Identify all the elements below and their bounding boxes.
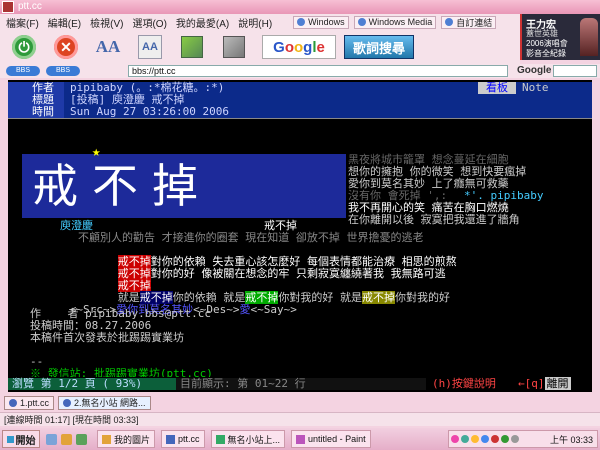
google-button[interactable]: Google — [262, 35, 336, 59]
ie-icon — [357, 18, 366, 26]
app-window: ptt.cc 檔案(F) 編輯(E) 檢視(V) 選項(O) 我的最愛(A) 說… — [0, 0, 600, 450]
link-windows-media[interactable]: Windows Media — [353, 15, 437, 29]
tab-ptt[interactable]: 1.ptt.cc — [4, 396, 55, 410]
bbs-icon — [166, 434, 176, 444]
bbs-terminal[interactable]: 作者 pipibaby (。:*棉花糖。:*) 看板 Note 標題 [投稿] … — [8, 80, 592, 392]
google-logo: Google — [273, 38, 325, 56]
user-badge: 王力宏 蓋世英雄 2006演唱會 影音全紀錄 — [520, 14, 600, 60]
tray-icon[interactable] — [461, 435, 469, 443]
leave-key[interactable]: ←[q] 離開 — [514, 377, 592, 390]
tray-icon[interactable] — [481, 435, 489, 443]
time-label: 時間 — [8, 106, 64, 118]
header-divider — [8, 118, 592, 119]
menu-favorites[interactable]: 我的最愛(A) — [176, 15, 229, 30]
font-box-icon: AA — [138, 35, 162, 59]
font-box-button[interactable]: AA — [136, 33, 164, 61]
star-icon: ★ — [92, 144, 101, 160]
lyric-lower-2: 戒不掉對你的依賴 失去重心該怎麼好 每個表情都能治療 相思的煎熬 — [117, 255, 457, 268]
lyric-lower-5: 就是戒不掉你的依賴 就是戒不掉你對我的好 就是戒不掉你對我的好 — [117, 291, 450, 304]
menu-help[interactable]: 說明(H) — [238, 15, 272, 30]
music-nav: <~Src~>愛你到莫名其妙<~Des~>愛<~Say~> — [30, 292, 297, 316]
lyric-lower-3: 戒不掉對你的好 像被關在想念的牢 只剩寂寞纏繞著我 我無路可逃 — [117, 267, 446, 280]
bbs-icon — [9, 399, 17, 407]
quick-launch — [46, 433, 91, 445]
search-engine-label: Google — [517, 65, 552, 76]
title-bar: ptt.cc — [0, 0, 600, 14]
task-paint[interactable]: untitled - Paint — [291, 430, 371, 448]
badge-line-4: 影音全紀錄 — [526, 49, 566, 58]
menu-file[interactable]: 檔案(F) — [6, 15, 39, 30]
address-input[interactable]: bbs://ptt.cc — [128, 65, 508, 77]
links-bar: Windows Windows Media 自訂連結 — [293, 15, 501, 29]
header-time-row: 時間 Sun Aug 27 03:26:00 2006 — [8, 106, 592, 118]
connection-tabs: 1.ptt.cc 2.無名小站 網路... — [0, 396, 600, 412]
font-button[interactable]: AA — [94, 33, 122, 61]
disconnect-button[interactable]: ✕ — [52, 33, 80, 61]
toolbar: ⏻ ✕ AA AA Google 歌詞搜尋 — [0, 30, 520, 64]
time-value: Sun Aug 27 03:26:00 2006 — [64, 106, 592, 118]
menu-bar: 檔案(F) 編輯(E) 檢視(V) 選項(O) 我的最愛(A) 說明(H) Wi… — [0, 14, 600, 30]
task-wretch[interactable]: 無名小站上... — [210, 430, 286, 448]
search-input[interactable] — [553, 65, 597, 77]
volume-icon[interactable] — [511, 435, 519, 443]
menu-view[interactable]: 檢視(V) — [90, 15, 123, 30]
tray-icon[interactable] — [451, 435, 459, 443]
tray-icon[interactable] — [501, 435, 509, 443]
windows-icon — [6, 435, 14, 443]
nav-say[interactable]: <~Say~> — [250, 303, 296, 316]
paint-icon — [296, 434, 306, 444]
package-icon — [223, 36, 245, 58]
task-pictures[interactable]: 我的圖片 — [97, 430, 156, 448]
close-icon: ✕ — [54, 35, 78, 59]
ascii-art-banner: 戒不掉 — [22, 154, 346, 218]
window-title: ptt.cc — [18, 1, 42, 12]
media-icon[interactable] — [76, 433, 87, 445]
lyric-right-6: 在你離開以後 寂寞把我還進了牆角 — [348, 213, 520, 226]
help-key[interactable]: (h)按鍵說明 — [428, 378, 514, 390]
ie-icon — [63, 399, 72, 407]
ie-icon — [445, 18, 454, 26]
bbs-pill-1[interactable]: BBS — [6, 66, 40, 76]
tab-wretch[interactable]: 2.無名小站 網路... — [58, 396, 151, 410]
link-windows[interactable]: Windows — [293, 15, 349, 29]
browse-status: 瀏覽 第 1/2 頁 ( 93%) — [8, 378, 176, 390]
status-bar: [連線時間 01:17] [現在時間 03:33] — [0, 412, 600, 426]
pager-status: 瀏覽 第 1/2 頁 ( 93%) 目前顯示: 第 01~22 行 (h)按鍵說… — [8, 377, 592, 391]
menu-edit[interactable]: 編輯(E) — [48, 15, 81, 30]
board-value: Note — [518, 82, 592, 94]
link-custom[interactable]: 自訂連結 — [441, 15, 497, 29]
bbs-pill-2[interactable]: BBS — [46, 66, 80, 76]
avatar — [580, 18, 598, 56]
font-icon: AA — [95, 37, 121, 56]
cube-icon — [181, 36, 203, 58]
addon-button[interactable] — [220, 33, 248, 61]
footer-note: 本稿件首次發表於批踢踢實業坊 — [30, 331, 184, 344]
power-icon: ⏻ — [12, 35, 36, 59]
board-label: 看板 — [478, 82, 516, 94]
menu-options[interactable]: 選項(O) — [132, 15, 166, 30]
folder-icon[interactable] — [61, 433, 72, 445]
start-button[interactable]: 開始 — [2, 430, 40, 448]
taskbar: 開始 我的圖片 ptt.cc 無名小站上... untitled - Paint — [0, 428, 600, 450]
clock: 上午 03:33 — [549, 434, 593, 445]
lyric-lower-4: 戒不掉 — [117, 279, 151, 292]
app-icon — [2, 1, 14, 13]
emoticon-button[interactable] — [178, 33, 206, 61]
ie-icon — [297, 18, 306, 26]
ie-icon[interactable] — [46, 433, 57, 445]
tray-icon[interactable] — [491, 435, 499, 443]
showing-lines: 目前顯示: 第 01~22 行 — [176, 378, 426, 390]
nav-sep-2: 愛 — [239, 303, 251, 316]
system-tray: 上午 03:33 — [448, 430, 598, 448]
task-ptt[interactable]: ptt.cc — [161, 430, 205, 448]
ie-icon — [215, 434, 225, 444]
connect-button[interactable]: ⏻ — [10, 33, 38, 61]
tray-icon[interactable] — [471, 435, 479, 443]
address-bar: BBS BBS bbs://ptt.cc Google — [0, 64, 600, 78]
folder-icon — [102, 434, 111, 444]
lyric-search-button[interactable]: 歌詞搜尋 — [344, 35, 414, 59]
banner-title: 戒不掉 — [32, 159, 212, 213]
lyric-lower-1: 不顧別人的勸告 才接進你的圈套 現在知道 卻放不掉 世界擔憂的逃老 — [78, 231, 424, 244]
